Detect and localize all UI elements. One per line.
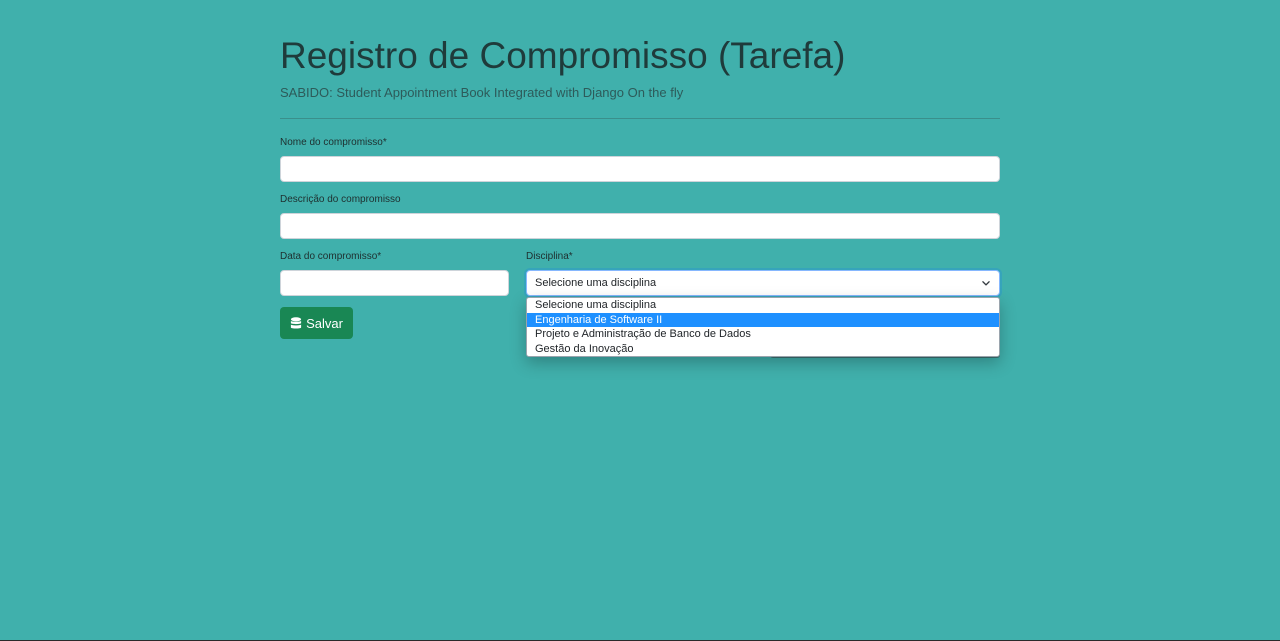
disciplina-label: Disciplina*: [526, 251, 573, 262]
disciplina-select[interactable]: Selecione uma disciplina: [526, 270, 1000, 296]
disciplina-selected-value: Selecione uma disciplina: [535, 277, 657, 289]
data-input[interactable]: [280, 270, 509, 296]
save-button[interactable]: Salvar: [280, 307, 353, 339]
data-label: Data do compromisso*: [280, 251, 382, 262]
dropdown-option[interactable]: Selecione uma disciplina: [527, 298, 999, 313]
dropdown-option[interactable]: Gestão da Inovação: [527, 342, 999, 357]
descricao-input[interactable]: [280, 213, 1000, 239]
dropdown-option[interactable]: Projeto e Administração de Banco de Dado…: [527, 327, 999, 342]
chevron-down-icon: [982, 281, 990, 286]
database-icon: [290, 316, 302, 329]
divider: [280, 118, 1000, 119]
descricao-label: Descrição do compromisso: [280, 194, 401, 205]
dropdown-option-highlighted[interactable]: Engenharia de Software II: [527, 312, 999, 327]
disciplina-dropdown-list: Selecione uma disciplina Engenharia de S…: [526, 297, 1000, 357]
page-title: Registro de Compromisso (Tarefa): [280, 35, 846, 76]
nome-label: Nome do compromisso*: [280, 137, 387, 148]
page: Registro de Compromisso (Tarefa) SABIDO:…: [0, 0, 1280, 641]
page-subtitle: SABIDO: Student Appointment Book Integra…: [280, 85, 684, 100]
save-button-label: Salvar: [306, 315, 343, 331]
nome-input[interactable]: [280, 156, 1000, 182]
